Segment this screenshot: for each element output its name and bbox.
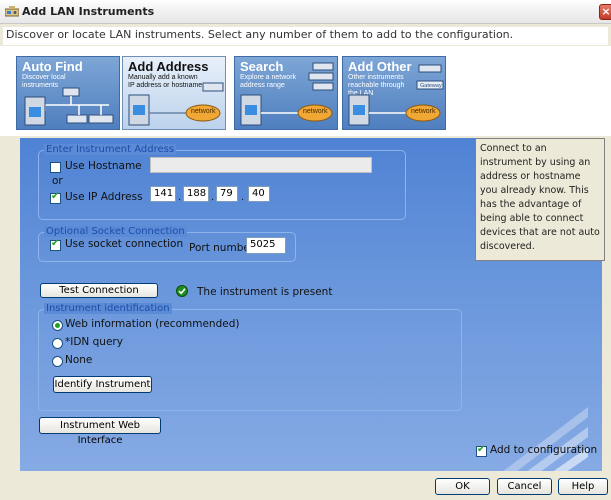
- window-title: Add LAN Instruments: [22, 5, 155, 18]
- web-information-radio[interactable]: [52, 320, 63, 331]
- web-information-label: Web information (recommended): [65, 318, 240, 330]
- identify-instrument-button[interactable]: Identify Instrument: [53, 376, 152, 393]
- socket-group-legend: Optional Socket Connection: [44, 226, 187, 237]
- close-button[interactable]: ×: [599, 4, 611, 20]
- ip-separator: .: [178, 192, 182, 203]
- network-badge: network: [303, 108, 328, 115]
- decorative-stripes: [498, 407, 588, 475]
- add-address-illustration-icon: [128, 82, 224, 126]
- use-ip-address-label: Use IP Address: [65, 191, 143, 203]
- identification-group-legend: Instrument identification: [44, 303, 172, 314]
- close-icon: ×: [601, 5, 611, 18]
- none-radio[interactable]: [52, 356, 63, 367]
- ip-separator: .: [241, 192, 245, 203]
- hostname-input[interactable]: [150, 157, 372, 173]
- ip-separator: .: [211, 192, 215, 203]
- add-to-configuration-checkbox[interactable]: [476, 444, 487, 457]
- test-connection-button[interactable]: Test Connection: [40, 283, 158, 298]
- tab-auto-find[interactable]: Auto Find Discover local instruments: [16, 56, 120, 130]
- connection-status-text: The instrument is present: [197, 286, 333, 298]
- help-button[interactable]: Help: [558, 478, 608, 495]
- use-socket-connection-checkbox[interactable]: [50, 238, 61, 251]
- cancel-button[interactable]: Cancel: [497, 478, 552, 495]
- ip-octet-2-input[interactable]: 188: [183, 186, 209, 202]
- auto-find-illustration-icon: [24, 87, 114, 126]
- title-bar: Add LAN Instruments ×: [0, 0, 611, 24]
- ip-octet-1-input[interactable]: 141: [150, 186, 176, 202]
- port-number-input[interactable]: 5025: [246, 237, 286, 254]
- network-badge: network: [191, 108, 216, 115]
- search-illustration-icon: [240, 62, 334, 126]
- use-hostname-label: Use Hostname: [65, 160, 142, 172]
- idn-query-radio[interactable]: [52, 338, 63, 349]
- window-description: Discover or locate LAN instruments. Sele…: [3, 27, 608, 45]
- use-hostname-checkbox[interactable]: [50, 162, 61, 173]
- use-ip-address-checkbox[interactable]: [50, 191, 61, 204]
- tab-add-address[interactable]: Add Address Manually add a known IP addr…: [122, 56, 226, 130]
- network-badge: network: [411, 108, 436, 115]
- add-other-illustration-icon: [348, 64, 444, 126]
- or-label: or: [52, 175, 63, 187]
- gateway-badge: Gateway: [420, 83, 442, 89]
- info-help-text: Connect to an instrument by using an add…: [475, 138, 605, 261]
- tab-add-other[interactable]: Add Other Other instruments reachable th…: [342, 56, 446, 130]
- add-to-configuration-label: Add to configuration: [490, 444, 598, 456]
- status-ok-icon: [176, 285, 188, 297]
- tab-search[interactable]: Search Explore a network address range n…: [234, 56, 338, 130]
- use-socket-connection-label: Use socket connection: [65, 238, 184, 250]
- instrument-app-icon: [5, 6, 19, 17]
- ip-octet-3-input[interactable]: 79: [216, 186, 238, 202]
- idn-query-label: *IDN query: [65, 336, 123, 348]
- instrument-web-interface-button[interactable]: Instrument Web Interface: [39, 417, 161, 446]
- ok-button[interactable]: OK: [435, 478, 490, 495]
- address-group-legend: Enter Instrument Address: [44, 144, 177, 155]
- none-label: None: [65, 354, 93, 366]
- method-tabs: Auto Find Discover local instruments Add…: [16, 56, 446, 130]
- ip-octet-4-input[interactable]: 40: [248, 186, 270, 202]
